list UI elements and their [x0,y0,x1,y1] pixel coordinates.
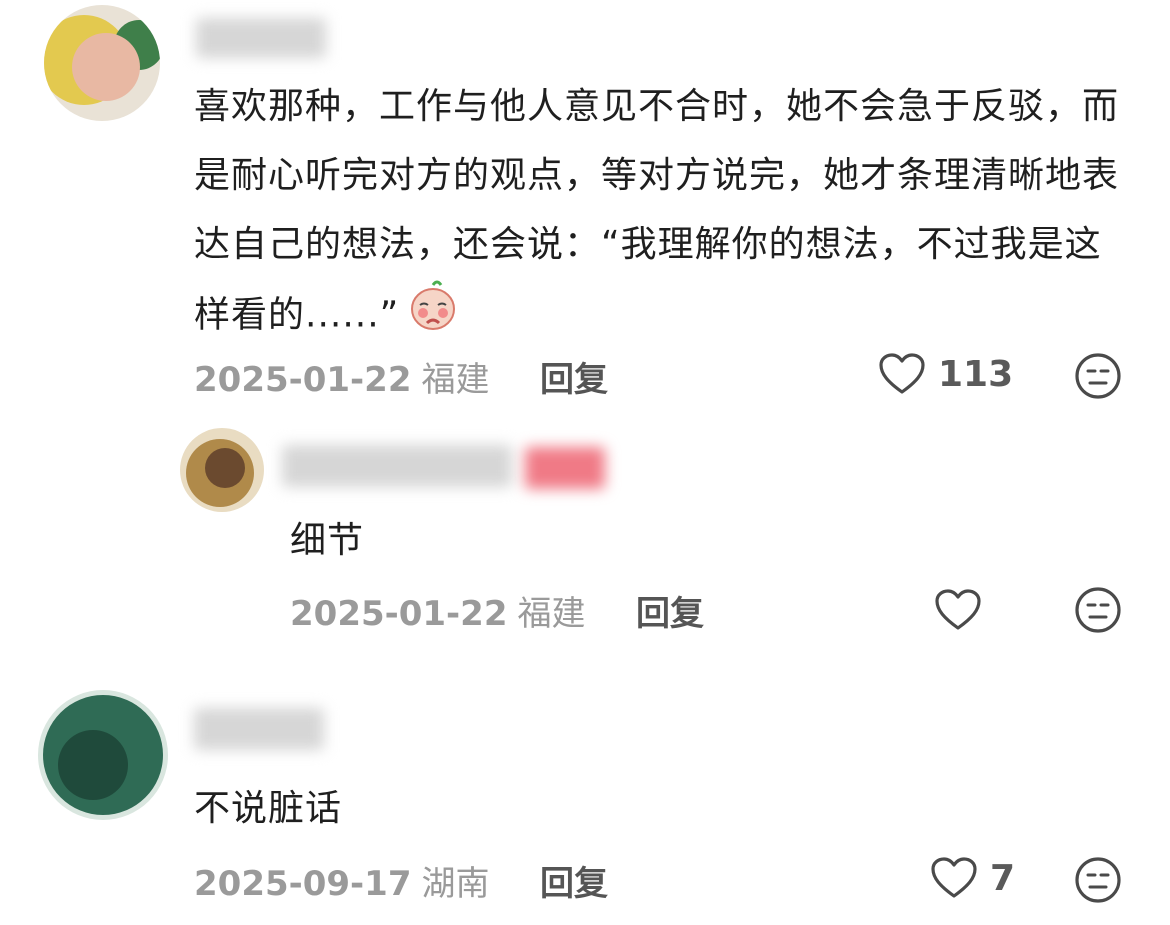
username-blurred[interactable] [194,708,324,750]
comment-date: 2025-01-22 [194,360,412,400]
username-blurred[interactable] [282,445,512,487]
reply-button[interactable]: 回复 [636,586,704,635]
user-badge-blurred [525,447,605,489]
shy-bun-emoji [407,279,459,354]
comment-meta: 2025-01-22 福建 [290,586,585,635]
heart-outline-icon [935,589,981,630]
dislike-button[interactable] [1074,586,1122,638]
comment-meta: 2025-09-17 湖南 [194,856,489,905]
avatar[interactable] [38,690,168,820]
dislike-button[interactable] [1074,856,1122,908]
username-blurred[interactable] [196,18,326,58]
heart-outline-icon [879,353,925,394]
avatar[interactable] [180,428,264,512]
like-button[interactable]: 7 [930,856,1015,900]
comment-location: 福建 [517,594,586,634]
comment-location: 福建 [421,360,490,400]
like-count: 113 [938,353,1014,395]
like-button[interactable]: 113 [878,352,1013,396]
meh-face-icon [1075,857,1121,903]
comment-date: 2025-09-17 [194,864,412,904]
meh-face-icon [1075,353,1121,399]
meh-face-icon [1075,587,1121,633]
comment-meta: 2025-01-22 福建 [194,352,489,401]
like-button[interactable] [934,588,982,632]
like-count: 7 [990,857,1016,899]
avatar[interactable] [44,5,160,121]
reply-button[interactable]: 回复 [540,856,608,905]
comment-date: 2025-01-22 [290,594,508,634]
comment-text: 喜欢那种，工作与他人意见不合时，她不会急于反驳，而是耐心听完对方的观点，等对方说… [194,72,1124,354]
heart-outline-icon [931,857,977,898]
comment-text: 细节 [290,520,365,561]
comment-location: 湖南 [421,864,490,904]
comment-text: 不说脏话 [194,788,343,829]
reply-button[interactable]: 回复 [540,352,608,401]
dislike-button[interactable] [1074,352,1122,404]
